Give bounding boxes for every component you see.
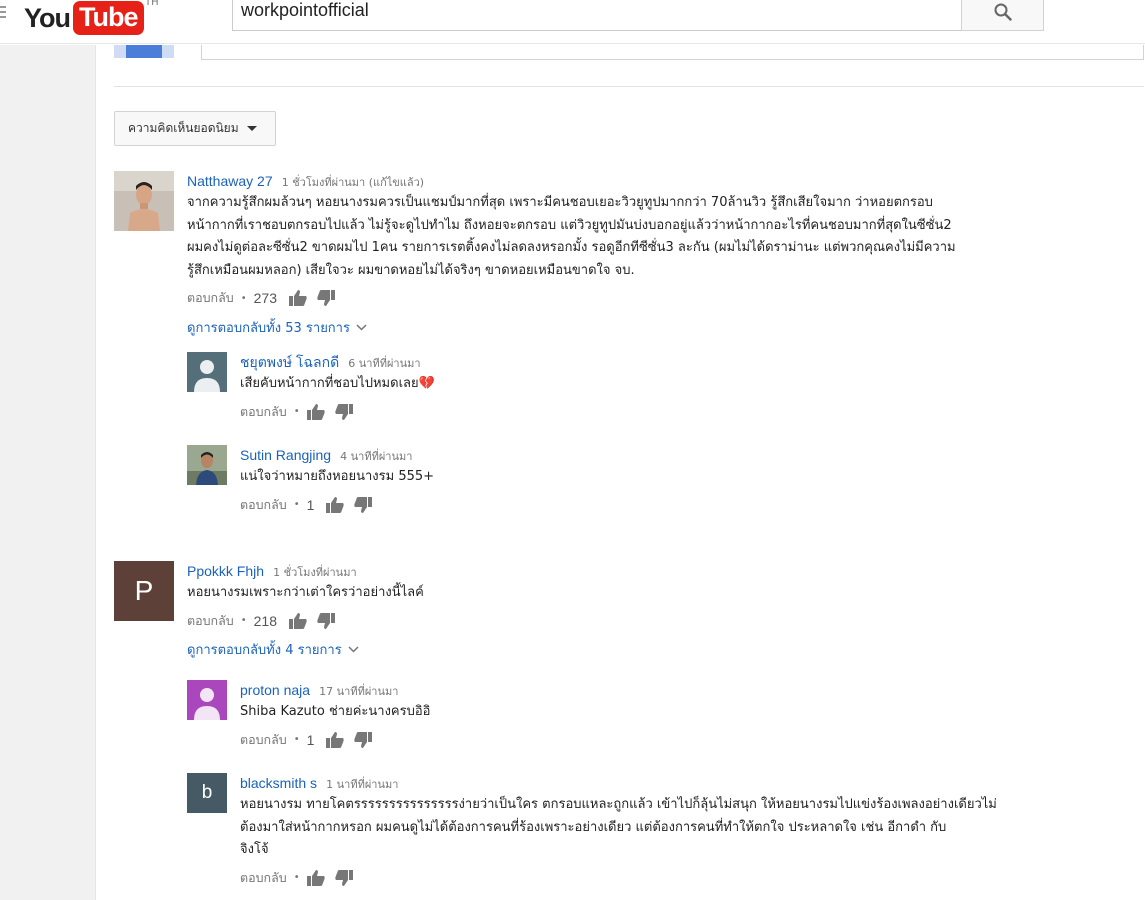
thumbs-up-icon[interactable]: [326, 731, 345, 748]
view-replies-label: ดูการตอบกลับทั้ง 53 รายการ: [187, 320, 350, 336]
reply-text: หอยนางรม ทายโคตรรรรรรรรรรรรรรรง่ายว่าเป็…: [240, 797, 997, 857]
reply-author[interactable]: ชยุตพงษ์ โฉลกดี: [240, 354, 339, 370]
separator-dot: •: [240, 292, 247, 304]
sort-dropdown[interactable]: ความคิดเห็นยอดนิยม: [114, 111, 276, 146]
like-count: 273: [253, 290, 277, 306]
user-avatar: [114, 45, 174, 58]
reply-button[interactable]: ตอบกลับ: [240, 402, 287, 422]
avatar[interactable]: b: [187, 773, 227, 813]
guide-menu-icon[interactable]: [0, 6, 6, 20]
reply-button[interactable]: ตอบกลับ: [240, 730, 287, 750]
masthead: You Tube TH: [0, 0, 1145, 44]
avatar-letter: b: [201, 782, 213, 803]
search-input[interactable]: [241, 0, 941, 21]
reply-time[interactable]: 1 นาทีที่ผ่านมา: [326, 778, 398, 791]
reply-author[interactable]: proton naja: [240, 682, 310, 698]
separator-dot: •: [293, 872, 300, 883]
reply-button[interactable]: ตอบกลับ: [187, 288, 234, 308]
comment-text: หอยนางรมเพราะกว่าเต่าใครว่าอย่างนี้ไลค์: [187, 585, 424, 600]
chevron-down-icon: [356, 320, 367, 335]
reply-button[interactable]: ตอบกลับ: [240, 495, 287, 515]
sort-label: ความคิดเห็นยอดนิยม: [128, 121, 239, 135]
like-count: 218: [253, 612, 277, 629]
thumbs-down-icon[interactable]: [354, 496, 373, 513]
thumbs-up-icon[interactable]: [289, 290, 307, 306]
view-replies-label: ดูการตอบกลับทั้ง 4 รายการ: [187, 643, 342, 658]
thumbs-up-icon[interactable]: [289, 612, 307, 629]
comment-time[interactable]: 1 ชั่วโมงที่ผ่านมา: [273, 566, 357, 579]
youtube-logo[interactable]: You Tube TH: [24, 0, 159, 36]
like-count: 1: [306, 731, 315, 748]
view-replies-link[interactable]: ดูการตอบกลับทั้ง 4 รายการ: [187, 640, 1127, 660]
reply-text: Shiba Kazuto ช่ายค่ะนางครบอิอิ: [240, 704, 431, 719]
thumbs-up-icon[interactable]: [326, 496, 345, 513]
avatar[interactable]: [114, 171, 174, 231]
thumbs-down-icon[interactable]: [317, 612, 335, 629]
avatar[interactable]: [187, 352, 227, 392]
comment-input[interactable]: [201, 45, 1144, 60]
thumbs-down-icon[interactable]: [317, 290, 335, 306]
separator-dot: •: [240, 615, 247, 626]
separator-dot: •: [293, 734, 300, 745]
left-rail: [0, 45, 96, 900]
reply-text: แน่ใจว่าหมายถึงหอยนางรม 555+: [240, 469, 435, 484]
like-count: 1: [306, 496, 315, 513]
reply-time[interactable]: 17 นาทีที่ผ่านมา: [319, 685, 398, 698]
avatar[interactable]: [187, 680, 227, 720]
reply-button[interactable]: ตอบกลับ: [240, 868, 287, 888]
search-icon: [994, 3, 1012, 25]
logo-tube-text: Tube: [73, 1, 144, 35]
separator-dot: •: [293, 406, 300, 417]
logo-you-text: You: [24, 2, 71, 33]
search-box[interactable]: [232, 0, 962, 31]
thumbs-down-icon[interactable]: [334, 403, 353, 420]
reply-button[interactable]: ตอบกลับ: [187, 611, 234, 631]
avatar-letter: P: [134, 575, 154, 606]
avatar[interactable]: P: [114, 561, 174, 621]
thumbs-up-icon[interactable]: [306, 403, 325, 420]
search-button[interactable]: [961, 0, 1044, 31]
reply-author[interactable]: blacksmith s: [240, 775, 317, 791]
logo-country-code: TH: [145, 0, 159, 8]
comment-text: จากความรู้สึกผมล้วนๆ หอยนางรมควรเป็นแชมป…: [187, 195, 956, 278]
comment-author[interactable]: Ppokkk Fhjh: [187, 563, 264, 579]
view-replies-link[interactable]: ดูการตอบกลับทั้ง 53 รายการ: [187, 317, 1127, 337]
thumbs-down-icon[interactable]: [354, 731, 373, 748]
caret-down-icon: [246, 126, 257, 131]
thumbs-up-icon[interactable]: [306, 869, 325, 886]
avatar[interactable]: [187, 445, 227, 485]
comment-time[interactable]: 1 ชั่วโมงที่ผ่านมา (แก้ไขแล้ว): [282, 176, 424, 189]
separator-dot: •: [293, 499, 300, 510]
reply-time[interactable]: 4 นาทีที่ผ่านมา: [340, 450, 412, 463]
reply-author[interactable]: Sutin Rangjing: [240, 447, 331, 463]
divider: [114, 86, 1144, 87]
thumbs-down-icon[interactable]: [334, 869, 353, 886]
reply-text: เสียคับหน้ากากที่ชอบไปหมดเลย💔: [240, 376, 435, 391]
reply-time[interactable]: 6 นาทีที่ผ่านมา: [348, 357, 420, 370]
chevron-down-icon: [348, 642, 359, 657]
comment-author[interactable]: Natthaway 27: [187, 173, 273, 189]
